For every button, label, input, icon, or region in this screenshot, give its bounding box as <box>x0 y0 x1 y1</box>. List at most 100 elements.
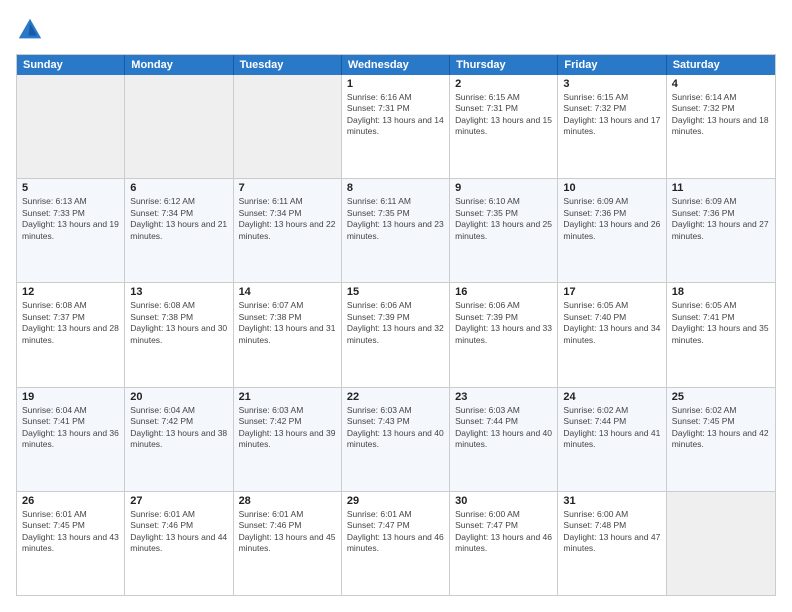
weekday-header-saturday: Saturday <box>667 55 775 75</box>
day-cell-15: 15 Sunrise: 6:06 AM Sunset: 7:39 PM Dayli… <box>342 283 450 386</box>
day-number: 11 <box>672 182 770 194</box>
day-info: Sunrise: 6:04 AM Sunset: 7:41 PM Dayligh… <box>22 405 119 451</box>
day-info: Sunrise: 6:16 AM Sunset: 7:31 PM Dayligh… <box>347 92 444 138</box>
calendar-row-4: 19 Sunrise: 6:04 AM Sunset: 7:41 PM Dayli… <box>17 387 775 491</box>
day-number: 22 <box>347 391 444 403</box>
day-info: Sunrise: 6:01 AM Sunset: 7:46 PM Dayligh… <box>130 509 227 555</box>
day-info: Sunrise: 6:11 AM Sunset: 7:34 PM Dayligh… <box>239 196 336 242</box>
day-cell-10: 10 Sunrise: 6:09 AM Sunset: 7:36 PM Dayli… <box>558 179 666 282</box>
weekday-header-wednesday: Wednesday <box>342 55 450 75</box>
day-info: Sunrise: 6:09 AM Sunset: 7:36 PM Dayligh… <box>563 196 660 242</box>
page: SundayMondayTuesdayWednesdayThursdayFrid… <box>0 0 792 612</box>
weekday-header-monday: Monday <box>125 55 233 75</box>
day-number: 8 <box>347 182 444 194</box>
day-info: Sunrise: 6:14 AM Sunset: 7:32 PM Dayligh… <box>672 92 770 138</box>
day-info: Sunrise: 6:06 AM Sunset: 7:39 PM Dayligh… <box>455 300 552 346</box>
day-cell-8: 8 Sunrise: 6:11 AM Sunset: 7:35 PM Daylig… <box>342 179 450 282</box>
day-number: 13 <box>130 286 227 298</box>
day-cell-22: 22 Sunrise: 6:03 AM Sunset: 7:43 PM Dayli… <box>342 388 450 491</box>
day-number: 9 <box>455 182 552 194</box>
day-number: 10 <box>563 182 660 194</box>
day-number: 15 <box>347 286 444 298</box>
day-cell-13: 13 Sunrise: 6:08 AM Sunset: 7:38 PM Dayli… <box>125 283 233 386</box>
day-info: Sunrise: 6:01 AM Sunset: 7:45 PM Dayligh… <box>22 509 119 555</box>
day-info: Sunrise: 6:08 AM Sunset: 7:37 PM Dayligh… <box>22 300 119 346</box>
day-info: Sunrise: 6:04 AM Sunset: 7:42 PM Dayligh… <box>130 405 227 451</box>
day-info: Sunrise: 6:01 AM Sunset: 7:47 PM Dayligh… <box>347 509 444 555</box>
day-info: Sunrise: 6:02 AM Sunset: 7:45 PM Dayligh… <box>672 405 770 451</box>
calendar-body: 1 Sunrise: 6:16 AM Sunset: 7:31 PM Daylig… <box>17 75 775 595</box>
day-info: Sunrise: 6:15 AM Sunset: 7:31 PM Dayligh… <box>455 92 552 138</box>
day-cell-17: 17 Sunrise: 6:05 AM Sunset: 7:40 PM Dayli… <box>558 283 666 386</box>
day-info: Sunrise: 6:09 AM Sunset: 7:36 PM Dayligh… <box>672 196 770 242</box>
day-cell-12: 12 Sunrise: 6:08 AM Sunset: 7:37 PM Dayli… <box>17 283 125 386</box>
day-number: 18 <box>672 286 770 298</box>
day-number: 6 <box>130 182 227 194</box>
day-cell-23: 23 Sunrise: 6:03 AM Sunset: 7:44 PM Dayli… <box>450 388 558 491</box>
day-number: 17 <box>563 286 660 298</box>
day-cell-28: 28Sunrise: 6:01 AM Sunset: 7:46 PM Dayli… <box>234 492 342 595</box>
day-cell-1: 1 Sunrise: 6:16 AM Sunset: 7:31 PM Daylig… <box>342 75 450 178</box>
day-info: Sunrise: 6:03 AM Sunset: 7:42 PM Dayligh… <box>239 405 336 451</box>
day-number: 3 <box>563 78 660 90</box>
day-cell-18: 18 Sunrise: 6:05 AM Sunset: 7:41 PM Dayli… <box>667 283 775 386</box>
empty-cell-0-0 <box>17 75 125 178</box>
header <box>16 16 776 44</box>
day-info: Sunrise: 6:15 AM Sunset: 7:32 PM Dayligh… <box>563 92 660 138</box>
day-info: Sunrise: 6:03 AM Sunset: 7:43 PM Dayligh… <box>347 405 444 451</box>
logo <box>16 16 48 44</box>
day-cell-14: 14Sunrise: 6:07 AM Sunset: 7:38 PM Dayli… <box>234 283 342 386</box>
day-cell-31: 31Sunrise: 6:00 AM Sunset: 7:48 PM Dayli… <box>558 492 666 595</box>
day-info: Sunrise: 6:03 AM Sunset: 7:44 PM Dayligh… <box>455 405 552 451</box>
empty-cell-0-1 <box>125 75 233 178</box>
day-info: Sunrise: 6:05 AM Sunset: 7:41 PM Dayligh… <box>672 300 770 346</box>
day-number: 4 <box>672 78 770 90</box>
day-number: 16 <box>455 286 552 298</box>
day-number: 28 <box>239 495 336 507</box>
calendar-row-3: 12 Sunrise: 6:08 AM Sunset: 7:37 PM Dayli… <box>17 282 775 386</box>
day-info: Sunrise: 6:11 AM Sunset: 7:35 PM Dayligh… <box>347 196 444 242</box>
empty-cell-4-6 <box>667 492 775 595</box>
day-info: Sunrise: 6:05 AM Sunset: 7:40 PM Dayligh… <box>563 300 660 346</box>
day-number: 21 <box>239 391 336 403</box>
day-cell-19: 19 Sunrise: 6:04 AM Sunset: 7:41 PM Dayli… <box>17 388 125 491</box>
day-cell-25: 25 Sunrise: 6:02 AM Sunset: 7:45 PM Dayli… <box>667 388 775 491</box>
day-cell-6: 6 Sunrise: 6:12 AM Sunset: 7:34 PM Daylig… <box>125 179 233 282</box>
day-info: Sunrise: 6:00 AM Sunset: 7:47 PM Dayligh… <box>455 509 552 555</box>
day-number: 7 <box>239 182 336 194</box>
day-cell-24: 24 Sunrise: 6:02 AM Sunset: 7:44 PM Dayli… <box>558 388 666 491</box>
day-number: 1 <box>347 78 444 90</box>
day-cell-29: 29 Sunrise: 6:01 AM Sunset: 7:47 PM Dayli… <box>342 492 450 595</box>
weekday-header-sunday: Sunday <box>17 55 125 75</box>
day-info: Sunrise: 6:13 AM Sunset: 7:33 PM Dayligh… <box>22 196 119 242</box>
weekday-header-thursday: Thursday <box>450 55 558 75</box>
empty-cell-0-2 <box>234 75 342 178</box>
day-cell-2: 2Sunrise: 6:15 AM Sunset: 7:31 PM Daylig… <box>450 75 558 178</box>
weekday-header-tuesday: Tuesday <box>234 55 342 75</box>
calendar-row-5: 26 Sunrise: 6:01 AM Sunset: 7:45 PM Dayli… <box>17 491 775 595</box>
day-info: Sunrise: 6:00 AM Sunset: 7:48 PM Dayligh… <box>563 509 660 555</box>
day-cell-30: 30 Sunrise: 6:00 AM Sunset: 7:47 PM Dayli… <box>450 492 558 595</box>
day-info: Sunrise: 6:08 AM Sunset: 7:38 PM Dayligh… <box>130 300 227 346</box>
day-info: Sunrise: 6:06 AM Sunset: 7:39 PM Dayligh… <box>347 300 444 346</box>
day-number: 25 <box>672 391 770 403</box>
day-cell-4: 4 Sunrise: 6:14 AM Sunset: 7:32 PM Daylig… <box>667 75 775 178</box>
day-number: 19 <box>22 391 119 403</box>
day-info: Sunrise: 6:02 AM Sunset: 7:44 PM Dayligh… <box>563 405 660 451</box>
day-number: 20 <box>130 391 227 403</box>
day-number: 24 <box>563 391 660 403</box>
day-cell-27: 27 Sunrise: 6:01 AM Sunset: 7:46 PM Dayli… <box>125 492 233 595</box>
day-cell-11: 11 Sunrise: 6:09 AM Sunset: 7:36 PM Dayli… <box>667 179 775 282</box>
day-cell-16: 16 Sunrise: 6:06 AM Sunset: 7:39 PM Dayli… <box>450 283 558 386</box>
day-number: 26 <box>22 495 119 507</box>
day-info: Sunrise: 6:12 AM Sunset: 7:34 PM Dayligh… <box>130 196 227 242</box>
day-number: 23 <box>455 391 552 403</box>
day-number: 30 <box>455 495 552 507</box>
calendar: SundayMondayTuesdayWednesdayThursdayFrid… <box>16 54 776 596</box>
day-number: 27 <box>130 495 227 507</box>
logo-icon <box>16 16 44 44</box>
calendar-row-1: 1 Sunrise: 6:16 AM Sunset: 7:31 PM Daylig… <box>17 75 775 178</box>
day-number: 12 <box>22 286 119 298</box>
day-number: 29 <box>347 495 444 507</box>
day-cell-5: 5Sunrise: 6:13 AM Sunset: 7:33 PM Daylig… <box>17 179 125 282</box>
